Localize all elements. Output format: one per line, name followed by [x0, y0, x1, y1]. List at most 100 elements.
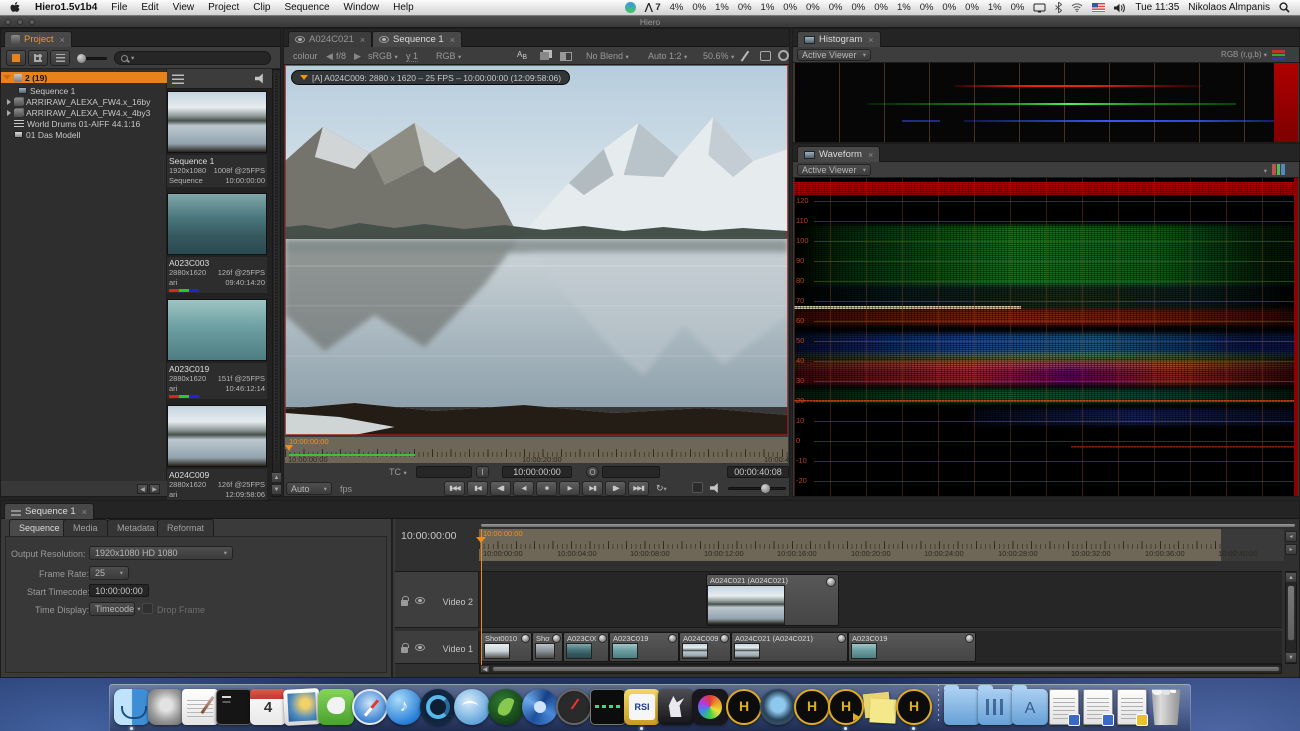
display-options-icon[interactable]	[172, 74, 184, 84]
disclosure-closed-icon[interactable]	[7, 110, 11, 116]
next-edit-button[interactable]	[605, 481, 626, 496]
dock-minimized-window-rsi[interactable]	[1115, 689, 1149, 725]
dock-minimized-window-2[interactable]	[1081, 689, 1115, 725]
timeline-playhead[interactable]	[481, 529, 482, 665]
eye-icon[interactable]	[415, 644, 425, 651]
clip-thumbnail[interactable]	[167, 193, 267, 255]
close-icon[interactable]: ×	[60, 35, 65, 45]
dock-rsiguard[interactable]: RSI	[625, 689, 659, 725]
dock-dashboard[interactable]	[557, 689, 591, 725]
tree-scroll-right-button[interactable]: ▶	[149, 484, 160, 494]
channels-dropdown[interactable]: RGB ▾	[436, 51, 461, 61]
start-timecode-field[interactable]: 10:00:00:00	[89, 584, 149, 597]
dock-swirl-app[interactable]	[523, 689, 557, 725]
dock-quicktime[interactable]	[421, 689, 455, 725]
dock-hiero-3[interactable]: H	[897, 689, 931, 725]
tab-waveform[interactable]: Waveform×	[797, 146, 880, 162]
clip-thumbnail[interactable]	[167, 91, 267, 153]
scrollbar-thumb[interactable]	[1287, 585, 1295, 641]
lock-icon[interactable]	[401, 600, 408, 606]
menu-app-name[interactable]: Hiero1.5v1b4	[35, 2, 97, 13]
ruler-scroll-left-button[interactable]: ◂	[1285, 531, 1297, 542]
dock-camera-app[interactable]	[761, 689, 795, 725]
dock-terminal[interactable]	[217, 689, 251, 725]
menu-view[interactable]: View	[173, 2, 195, 13]
gain-value[interactable]: f/8	[336, 51, 346, 61]
tab-metadata[interactable]: Metadata	[107, 519, 165, 536]
dock-trash[interactable]	[1149, 689, 1183, 725]
view-list-button[interactable]	[50, 50, 70, 66]
timeline-clip-a024c021-v1[interactable]: A024C021 (A024C021)	[731, 632, 848, 662]
dock-folder-applications[interactable]	[1013, 689, 1047, 725]
scrollbar-thumb[interactable]	[492, 666, 1280, 672]
tree-item-root[interactable]: 2 (19)	[1, 72, 167, 83]
prev-edit-button[interactable]	[467, 481, 488, 496]
dock-folder-documents[interactable]	[945, 689, 979, 725]
time-display-dropdown[interactable]: Timecode▾	[89, 602, 135, 616]
dock-calendar[interactable]: 4	[251, 689, 285, 725]
waveform-mode-dropdown[interactable]: ▾	[1264, 165, 1267, 175]
tree-item-arriraw-4by3[interactable]: ARRIRAW_ALEXA_FW4.x_4by3	[1, 107, 167, 118]
timeline-zoom-bar[interactable]	[481, 524, 1295, 527]
dock-hiero-2[interactable]: H	[795, 689, 829, 725]
disclosure-open-icon[interactable]	[3, 75, 11, 80]
timeline-clip-a024c009[interactable]: A024C009	[679, 632, 731, 662]
apple-menu-icon[interactable]	[10, 2, 21, 14]
timeline-clip-a024c021-v2[interactable]: A024C021 (A024C021)	[706, 574, 839, 626]
gear-icon[interactable]	[778, 50, 789, 61]
timeline-ruler[interactable]: 10:00:00:00 10:00:04:00 10:00:08:00 10:0…	[479, 529, 1284, 561]
view-small-grid-button[interactable]	[28, 50, 48, 66]
dock-r-app[interactable]	[489, 689, 523, 725]
tab-sequence1-timeline[interactable]: Sequence 1×	[4, 503, 94, 519]
window-close-button[interactable]	[5, 19, 11, 25]
fps-dropdown[interactable]: Auto▾	[286, 482, 332, 495]
close-icon[interactable]: ×	[868, 150, 873, 160]
dock-itunes[interactable]	[387, 689, 421, 725]
close-icon[interactable]: ×	[82, 507, 87, 517]
close-icon[interactable]: ×	[868, 35, 873, 45]
viewer-image-area[interactable]: [A] A024C009: 2880 x 1620 – 25 FPS – 10:…	[285, 65, 788, 435]
tab-histogram[interactable]: Histogram×	[797, 31, 881, 47]
ruler-scroll-right-button[interactable]: ▸	[1285, 544, 1297, 555]
dock-finder[interactable]	[115, 689, 149, 725]
goto-start-button[interactable]	[444, 481, 465, 496]
play-button[interactable]	[559, 481, 580, 496]
dock-iphoto[interactable]	[285, 689, 319, 725]
dock-folder-library[interactable]	[979, 689, 1013, 725]
dock-resolve[interactable]	[693, 689, 727, 725]
safe-area-icon[interactable]	[760, 51, 771, 61]
gamma-value[interactable]: γ 1	[406, 51, 418, 62]
layers-icon[interactable]	[540, 52, 549, 60]
dock-textedit[interactable]	[183, 689, 217, 725]
spotlight-icon[interactable]	[1279, 2, 1290, 13]
wifi-icon[interactable]	[1071, 3, 1083, 12]
close-icon[interactable]: ×	[360, 35, 365, 45]
volume-menu-icon[interactable]	[1114, 3, 1126, 13]
scroll-up-button[interactable]: ▲	[271, 472, 282, 483]
menu-sequence[interactable]: Sequence	[284, 2, 329, 13]
tree-scroll-left-button[interactable]: ◀	[137, 484, 148, 494]
disclosure-closed-icon[interactable]	[7, 99, 11, 105]
mask-icon[interactable]	[560, 52, 572, 61]
gain-decrement-icon[interactable]: ◀	[326, 51, 333, 62]
window-zoom-button[interactable]	[29, 19, 35, 25]
tree-item-arriraw-16by[interactable]: ARRIRAW_ALEXA_FW4.x_16by	[1, 96, 167, 107]
thumbnail-size-slider[interactable]	[77, 57, 107, 60]
ab-compare-icon[interactable]: AB	[517, 50, 527, 61]
tab-project[interactable]: Project×	[4, 31, 72, 47]
view-large-grid-button[interactable]	[6, 50, 26, 66]
mute-checkbox[interactable]	[692, 482, 703, 493]
tc-mode-dropdown[interactable]: TC ▾	[389, 467, 407, 477]
close-icon[interactable]: ×	[450, 35, 455, 45]
scroll-down-button[interactable]: ▼	[271, 484, 282, 495]
out-point-field[interactable]	[602, 466, 660, 478]
tab-reformat[interactable]: Reformat	[157, 519, 214, 536]
tab-sequence1-viewer[interactable]: Sequence 1×	[372, 31, 462, 47]
dock-minimized-window-1[interactable]	[1047, 689, 1081, 725]
sync-status-icon[interactable]	[625, 2, 636, 13]
window-title-bar[interactable]: Hiero	[0, 16, 1300, 28]
clip-thumbnail[interactable]	[167, 405, 267, 467]
scroll-left-button[interactable]: ◀	[480, 665, 490, 673]
scroll-up-button[interactable]: ▲	[1285, 572, 1297, 583]
duration-field[interactable]: 00:00:40:08	[727, 466, 789, 478]
